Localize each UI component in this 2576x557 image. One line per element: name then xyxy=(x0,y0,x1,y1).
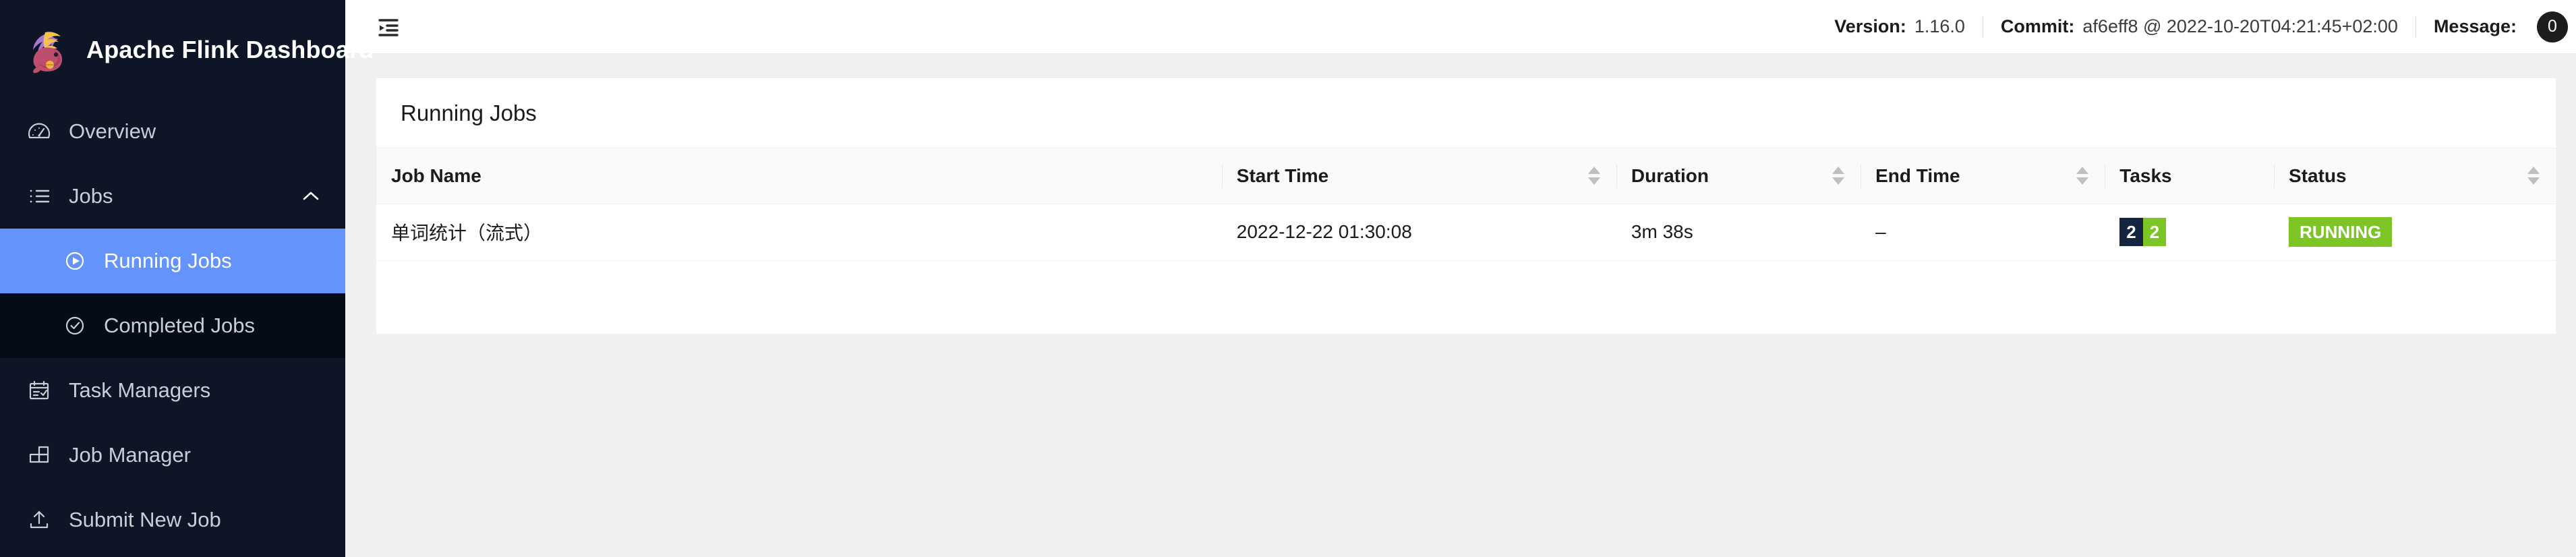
sidebar-item-jobs[interactable]: Jobs xyxy=(0,164,345,229)
sidebar-nav: Overview Jobs Running Jobs Completed Job… xyxy=(0,99,345,557)
message-count-badge[interactable]: 0 xyxy=(2537,11,2568,42)
ordered-list-icon xyxy=(26,183,53,210)
card-footer-space xyxy=(376,260,2556,334)
topbar-meta-group: Version: 1.16.0 Commit: af6eff8 @ 2022-1… xyxy=(1817,0,2576,53)
sidebar-item-label: Job Manager xyxy=(69,443,191,467)
main-area: Version: 1.16.0 Commit: af6eff8 @ 2022-1… xyxy=(345,0,2576,557)
chevron-up-icon[interactable] xyxy=(299,185,322,208)
column-header-start-time[interactable]: Start Time xyxy=(1221,148,1616,204)
cell-duration: 3m 38s xyxy=(1616,204,1861,261)
flink-squirrel-logo-icon xyxy=(23,26,71,74)
running-jobs-card: Running Jobs Job Name Start Time Duratio… xyxy=(376,78,2556,334)
version-value: 1.16.0 xyxy=(1914,16,1965,36)
dashboard-gauge-icon xyxy=(26,118,53,145)
commit-label: Commit: xyxy=(2000,16,2075,36)
play-circle-icon xyxy=(62,248,88,274)
sort-icon[interactable] xyxy=(1831,167,1846,185)
sidebar-item-submit-new-job[interactable]: Submit New Job xyxy=(0,488,345,552)
sidebar-item-overview[interactable]: Overview xyxy=(0,99,345,164)
content-area: Running Jobs Job Name Start Time Duratio… xyxy=(345,54,2576,557)
sidebar-item-label: Completed Jobs xyxy=(104,314,256,337)
commit-info: Commit: af6eff8 @ 2022-10-20T04:21:45+02… xyxy=(1983,16,2416,37)
menu-fold-icon[interactable] xyxy=(370,8,407,46)
sidebar-item-completed-jobs[interactable]: Completed Jobs xyxy=(0,293,345,358)
table-header: Job Name Start Time Duration End Time Ta… xyxy=(376,148,2556,204)
task-badge-running: 2 xyxy=(2142,218,2167,246)
jobs-submenu: Running Jobs Completed Jobs xyxy=(0,229,345,358)
sidebar-item-label: Task Managers xyxy=(69,378,211,402)
column-header-end-time[interactable]: End Time xyxy=(1861,148,2105,204)
sidebar-item-label: Running Jobs xyxy=(104,249,232,272)
table-body: 单词统计（流式） 2022-12-22 01:30:08 3m 38s – 2 … xyxy=(376,204,2556,261)
upload-icon xyxy=(26,506,53,533)
message-label: Message: xyxy=(2433,16,2517,36)
table-header-row: Job Name Start Time Duration End Time Ta… xyxy=(376,148,2556,204)
schedule-calendar-icon xyxy=(26,377,53,404)
cell-tasks: 2 2 xyxy=(2105,204,2275,261)
version-label: Version: xyxy=(1834,16,1906,36)
page-title: Running Jobs xyxy=(401,100,537,125)
column-header-label: Job Name xyxy=(391,165,481,186)
brand-title: Apache Flink Dashboard xyxy=(86,35,374,63)
column-header-label: Start Time xyxy=(1236,165,1329,186)
status-badge: RUNNING xyxy=(2289,217,2393,247)
topbar: Version: 1.16.0 Commit: af6eff8 @ 2022-1… xyxy=(345,0,2576,54)
commit-value: af6eff8 @ 2022-10-20T04:21:45+02:00 xyxy=(2082,16,2398,36)
column-header-label: Duration xyxy=(1631,165,1709,186)
cell-job-name[interactable]: 单词统计（流式） xyxy=(376,204,1222,261)
column-header-job-name[interactable]: Job Name xyxy=(376,148,1222,204)
sidebar-item-job-manager[interactable]: Job Manager xyxy=(0,423,345,488)
blocks-layout-icon xyxy=(26,442,53,469)
sidebar-item-label: Overview xyxy=(69,119,156,143)
column-header-label: Tasks xyxy=(2119,165,2172,186)
cell-end-time: – xyxy=(1861,204,2105,261)
flink-dashboard-app: Apache Flink Dashboard Overview Jobs Run… xyxy=(0,0,2576,557)
cell-start-time: 2022-12-22 01:30:08 xyxy=(1221,204,1616,261)
sidebar-item-label: Submit New Job xyxy=(69,508,221,531)
sort-icon[interactable] xyxy=(2526,167,2541,185)
sort-icon[interactable] xyxy=(2075,167,2090,185)
card-header: Running Jobs xyxy=(376,78,2556,148)
brand-header[interactable]: Apache Flink Dashboard xyxy=(0,0,374,99)
sidebar-item-running-jobs[interactable]: Running Jobs xyxy=(0,229,345,293)
check-circle-icon xyxy=(62,313,88,339)
column-header-label: End Time xyxy=(1875,165,1960,186)
sort-icon[interactable] xyxy=(1587,167,1602,185)
column-header-tasks[interactable]: Tasks xyxy=(2105,148,2275,204)
table-row[interactable]: 单词统计（流式） 2022-12-22 01:30:08 3m 38s – 2 … xyxy=(376,204,2556,261)
sidebar-item-task-managers[interactable]: Task Managers xyxy=(0,358,345,423)
column-header-status[interactable]: Status xyxy=(2274,148,2556,204)
sidebar: Apache Flink Dashboard Overview Jobs Run… xyxy=(0,0,374,557)
task-badge-group: 2 2 xyxy=(2119,218,2259,246)
cell-status: RUNNING xyxy=(2274,204,2556,261)
column-header-duration[interactable]: Duration xyxy=(1616,148,1861,204)
version-info: Version: 1.16.0 xyxy=(1817,16,1983,37)
running-jobs-table: Job Name Start Time Duration End Time Ta… xyxy=(376,148,2556,261)
card-body: Job Name Start Time Duration End Time Ta… xyxy=(376,148,2556,334)
message-info[interactable]: Message: 0 xyxy=(2416,11,2576,42)
task-badge-total: 2 xyxy=(2119,218,2143,246)
sidebar-item-label: Jobs xyxy=(69,184,113,208)
column-header-label: Status xyxy=(2289,165,2347,186)
